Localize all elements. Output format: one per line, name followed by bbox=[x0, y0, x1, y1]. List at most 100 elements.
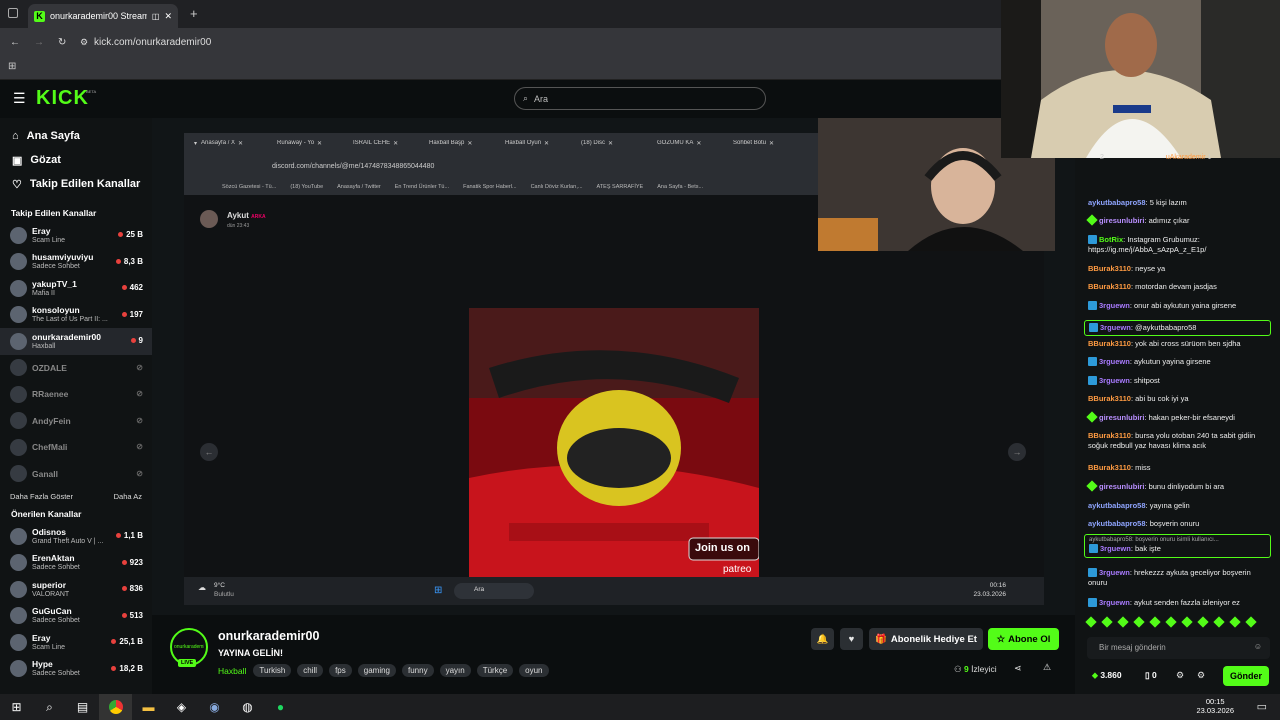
chat-username[interactable]: aykutbabapro58 bbox=[1088, 501, 1146, 510]
chat-message[interactable]: 3rguewn: onur abi aykutun yaina girsene bbox=[1088, 301, 1271, 311]
stream-tag[interactable]: gaming bbox=[357, 664, 396, 677]
app-icon[interactable]: ◈ bbox=[165, 694, 198, 720]
show-more-button[interactable]: Daha Fazla Göster bbox=[10, 492, 73, 501]
chat-message[interactable]: giresunlubiri: hakan peker-bir efsaneydi bbox=[1086, 411, 1271, 423]
obs-icon[interactable]: ◉ bbox=[198, 694, 231, 720]
followed-channel[interactable]: Ganall ⊘ bbox=[0, 461, 152, 488]
chat-username[interactable]: BBurak3110 bbox=[1088, 264, 1131, 273]
chat-username[interactable]: 3rguewn bbox=[1100, 544, 1131, 553]
followed-channel[interactable]: konsoloyun The Last of Us Part II: ... 197 bbox=[0, 302, 152, 329]
chat-message[interactable]: 3rguewn: shitpost bbox=[1088, 376, 1271, 386]
chrome-icon[interactable] bbox=[99, 694, 132, 720]
windows-start-icon[interactable]: ⊞ bbox=[0, 694, 33, 720]
points-display[interactable]: ⬥ 3.860 bbox=[1092, 670, 1122, 681]
chat-message[interactable]: BBurak3110: yok abi cross sürüom ben sjd… bbox=[1088, 339, 1271, 349]
stream-tag[interactable]: yayın bbox=[439, 664, 471, 677]
emote-icon[interactable] bbox=[1245, 616, 1257, 628]
browser-tab[interactable]: K onurkarademir00 Stream - ◫ ✕ bbox=[28, 4, 178, 28]
site-info-icon[interactable]: ⚙ bbox=[80, 37, 94, 48]
chat-message[interactable]: aykutbabapro58: yayına gelin bbox=[1088, 501, 1271, 511]
chat-options-icon[interactable]: ⚙ bbox=[1197, 670, 1205, 681]
new-tab-icon[interactable]: + bbox=[190, 6, 198, 21]
chat-message-reply[interactable]: aykutbabapro58: boşverin onuru isimli ku… bbox=[1084, 534, 1271, 558]
followed-channel[interactable]: AndyFein ⊘ bbox=[0, 408, 152, 435]
chat-username[interactable]: aykutbabapro58 bbox=[1088, 198, 1146, 207]
followed-channel[interactable]: onurkarademir00 Haxball 9 bbox=[0, 328, 152, 355]
chat-message[interactable]: 3rguewn: aykutun yayina girsene bbox=[1088, 357, 1271, 367]
emote-icon[interactable] bbox=[1117, 616, 1129, 628]
recommended-channel[interactable]: ErenAktan Sadece Sohbet 923 bbox=[0, 550, 152, 577]
chat-message[interactable]: BBurak3110: miss bbox=[1088, 463, 1271, 473]
chat-username[interactable]: giresunlubiri bbox=[1099, 413, 1144, 422]
chat-message[interactable]: aykutbabapro58: 5 kişi lazım bbox=[1088, 198, 1271, 208]
nav-browse[interactable]: ▣ Gözat bbox=[0, 148, 152, 172]
followed-channel[interactable]: yakupTV_1 Mafia II 462 bbox=[0, 275, 152, 302]
file-explorer-icon[interactable]: ▬ bbox=[132, 694, 165, 720]
emote-icon[interactable] bbox=[1149, 616, 1161, 628]
tab-mute-icon[interactable]: ◫ bbox=[152, 12, 160, 21]
stream-tag[interactable]: chill bbox=[297, 664, 324, 677]
emote-icon[interactable] bbox=[1101, 616, 1113, 628]
show-less-button[interactable]: Daha Az bbox=[114, 492, 142, 501]
emote-icon[interactable] bbox=[1085, 616, 1097, 628]
stream-tag[interactable]: Turkish bbox=[253, 664, 292, 677]
share-icon[interactable]: ⋖ bbox=[1014, 663, 1022, 674]
emote-icon[interactable] bbox=[1181, 616, 1193, 628]
chat-message[interactable]: BBurak3110: motordan devam jasdjas bbox=[1088, 282, 1271, 292]
apps-grid-icon[interactable]: ⊞ bbox=[8, 61, 16, 72]
emote-icon[interactable] bbox=[1213, 616, 1225, 628]
emoji-icon[interactable]: ☺ bbox=[1254, 642, 1262, 651]
nav-following[interactable]: ♡ Takip Edilen Kanallar bbox=[0, 172, 152, 196]
bell-icon[interactable]: 🔔 bbox=[811, 628, 834, 650]
spotify-icon[interactable]: ● bbox=[264, 694, 297, 720]
chat-username[interactable]: aykutbabapro58 bbox=[1088, 519, 1146, 528]
report-icon[interactable]: ⚠ bbox=[1043, 662, 1051, 673]
chat-username[interactable]: BBurak3110 bbox=[1088, 431, 1131, 440]
recommended-channel[interactable]: Odisnos Grand Theft Auto V | ... 1,1 B bbox=[0, 523, 152, 550]
chat-username[interactable]: 3rguewn bbox=[1099, 376, 1130, 385]
followed-channel[interactable]: Eray Scam Line 25 B bbox=[0, 222, 152, 249]
url-text[interactable]: kick.com/onurkarademir00 bbox=[94, 37, 211, 48]
followed-channel[interactable]: OZDALE ⊘ bbox=[0, 355, 152, 382]
chat-username[interactable]: 3rguewn bbox=[1100, 323, 1131, 332]
followed-channel[interactable]: RRaenee ⊘ bbox=[0, 381, 152, 408]
nav-home[interactable]: ⌂ Ana Sayfa bbox=[0, 124, 152, 148]
search-taskbar-icon[interactable]: ⌕ bbox=[33, 694, 66, 720]
chat-message[interactable]: BBurak3110: abi bu cok iyi ya bbox=[1088, 394, 1271, 404]
chat-username[interactable]: giresunlubiri bbox=[1099, 482, 1144, 491]
chat-username[interactable]: BotRix bbox=[1099, 235, 1123, 244]
channel-name[interactable]: onurkarademir00 bbox=[218, 629, 319, 643]
followed-channel[interactable]: ChefMali ⊘ bbox=[0, 434, 152, 461]
recommended-channel[interactable]: Hype Sadece Sohbet 18,2 B bbox=[0, 656, 152, 683]
forward-icon[interactable]: → bbox=[34, 37, 52, 48]
search-input[interactable]: ⌕ Ara bbox=[514, 87, 766, 110]
reload-icon[interactable]: ↻ bbox=[58, 37, 76, 48]
chat-username[interactable]: 3rguewn bbox=[1099, 568, 1130, 577]
chat-username[interactable]: giresunlubiri bbox=[1099, 216, 1144, 225]
chat-message[interactable]: BBurak3110: bursa yolu otoban 240 ta sab… bbox=[1088, 431, 1271, 451]
stream-tag[interactable]: oyun bbox=[519, 664, 549, 677]
follow-heart-icon[interactable]: ♥ bbox=[840, 628, 863, 650]
emote-icon[interactable] bbox=[1197, 616, 1209, 628]
emote-icon[interactable] bbox=[1133, 616, 1145, 628]
chat-username[interactable]: 3rguewn bbox=[1099, 357, 1130, 366]
notification-icon[interactable]: ▭ bbox=[1257, 700, 1267, 713]
chat-username[interactable]: 3rguewn bbox=[1099, 301, 1130, 310]
chat-username[interactable]: BBurak3110 bbox=[1088, 394, 1131, 403]
stream-tag[interactable]: Türkçe bbox=[476, 664, 514, 677]
category-link[interactable]: Haxball bbox=[218, 666, 246, 676]
menu-icon[interactable]: ☰ bbox=[13, 90, 26, 107]
emote-icon[interactable] bbox=[1165, 616, 1177, 628]
chat-message[interactable]: giresunlubiri: bunu dinliyodum bi ara bbox=[1086, 480, 1271, 492]
emote-icon[interactable] bbox=[1229, 616, 1241, 628]
back-icon[interactable]: ← bbox=[10, 37, 28, 48]
chat-username[interactable]: 3rguewn bbox=[1099, 598, 1130, 607]
chat-message[interactable]: 3rguewn: hrekezzz aykuta geceliyor boşve… bbox=[1088, 568, 1271, 588]
chat-message[interactable]: aykutbabapro58: boşverin onuru bbox=[1088, 519, 1271, 529]
chat-message[interactable]: BotRix: Instagram Grubumuz: https://ig.m… bbox=[1088, 235, 1271, 255]
stream-tag[interactable]: fps bbox=[329, 664, 352, 677]
recommended-channel[interactable]: Eray Scam Line 25,1 B bbox=[0, 629, 152, 656]
chat-input[interactable]: Bir mesaj gönderin ☺ bbox=[1087, 637, 1270, 659]
recommended-channel[interactable]: GuGuCan Sadece Sohbet 513 bbox=[0, 603, 152, 630]
stream-tag[interactable]: funny bbox=[402, 664, 434, 677]
